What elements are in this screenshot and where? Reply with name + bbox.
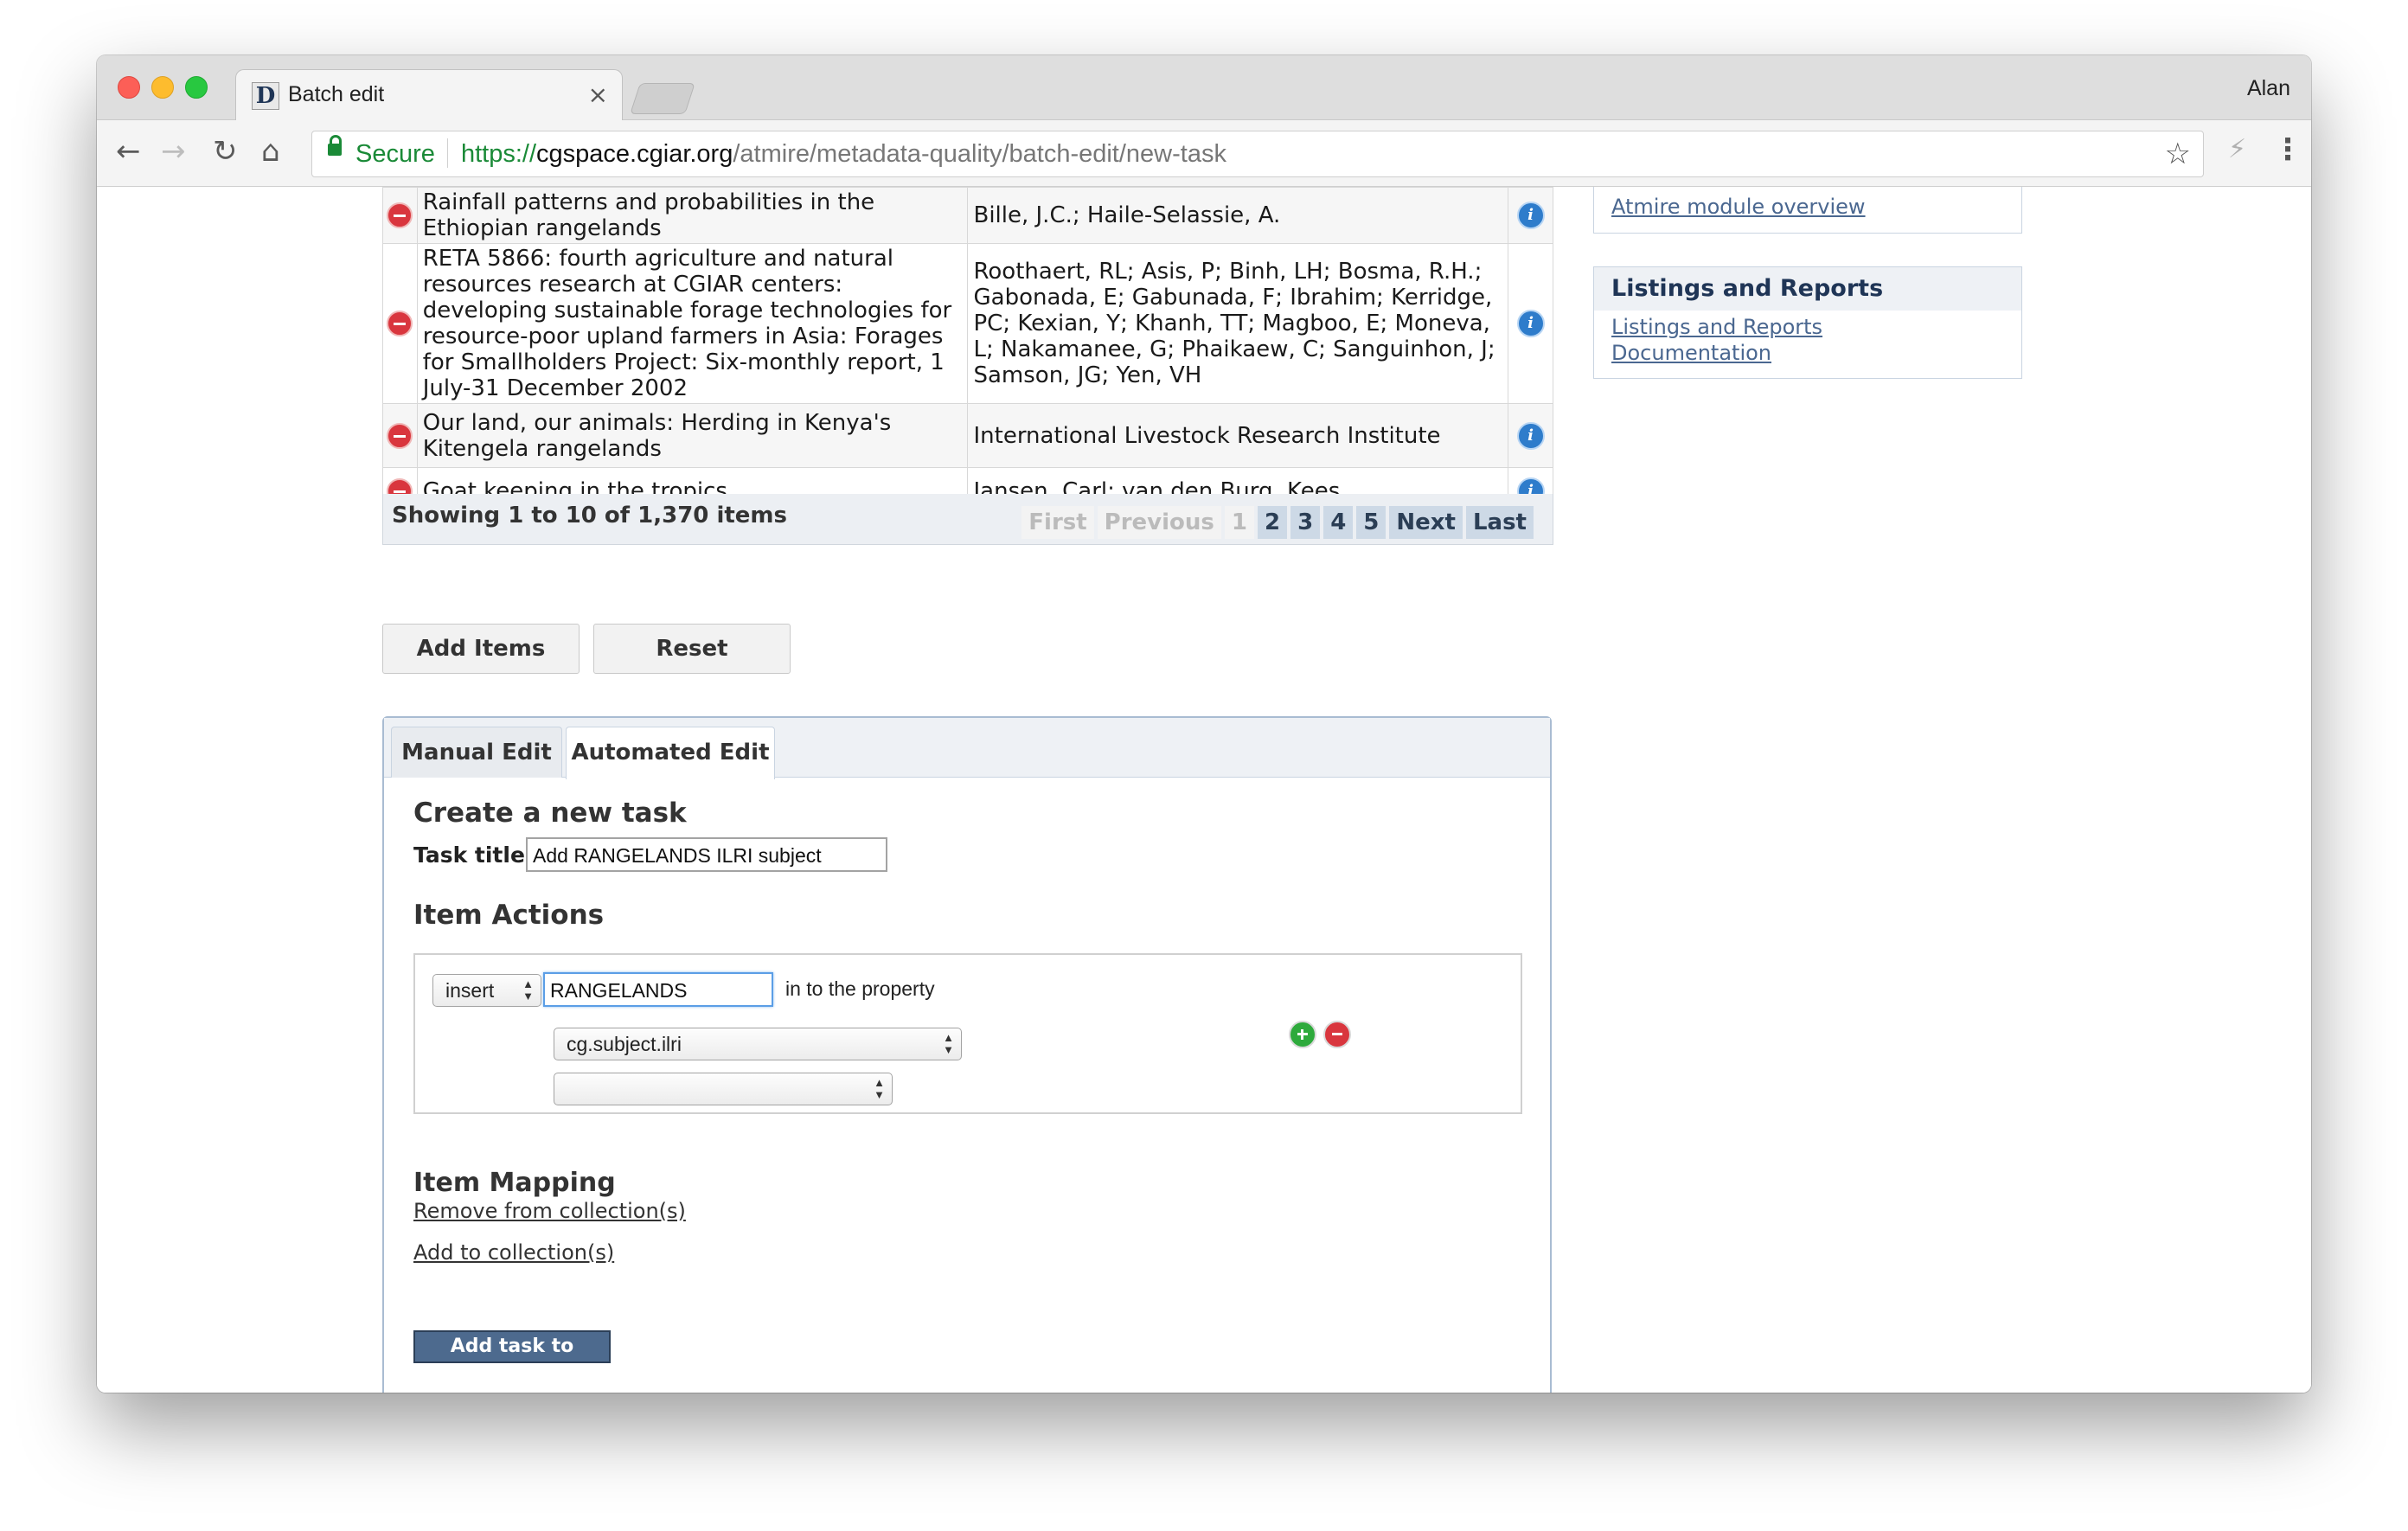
pager-page-5[interactable]: 5 [1356,506,1387,539]
table-row: Our land, our animals: Herding in Kenya'… [382,403,1553,468]
dspace-favicon-icon: D [252,82,279,110]
minimize-window-button[interactable] [151,76,174,99]
property-value: cg.subject.ilri [567,1033,682,1055]
showing-count: Showing 1 to 10 of 1,370 items [392,503,787,528]
remove-cell [382,403,418,468]
sidebar-atmire-box: Atmire module overview [1593,187,2022,234]
remove-cell [382,243,418,404]
action-description: in to the property [785,977,935,1000]
back-icon[interactable]: ← [116,134,141,169]
item-authors: Roothaert, RL; Asis, P; Binh, LH; Bosma,… [967,243,1509,404]
item-title: RETA 5866: fourth agriculture and natura… [416,243,969,404]
add-action-icon[interactable] [1289,1021,1316,1048]
select-arrows-icon: ▲ ▼ [522,977,534,1003]
reload-icon[interactable]: ↻ [213,134,238,169]
tab-close-icon[interactable]: × [588,80,608,109]
table-row: Rainfall patterns and probabilities in t… [382,187,1553,244]
item-title: Our land, our animals: Herding in Kenya'… [416,403,969,468]
info-icon[interactable]: i [1516,202,1545,229]
select-arrows-icon: ▲ ▼ [943,1031,954,1056]
title-bar: D Batch edit × Alan [97,55,2311,121]
pager-first: First [1021,506,1094,539]
browser-toolbar: ← → ↻ ⌂ Secure https://cgspace.cgiar.org… [97,120,2311,187]
browser-window: D Batch edit × Alan ← → ↻ ⌂ Secure https… [97,55,2311,1393]
remove-cell [382,187,418,244]
url-text: https://cgspace.cgiar.org/atmire/metadat… [461,140,1226,169]
remove-from-collection-link[interactable]: Remove from collection(s) [413,1199,686,1223]
pager-page-2[interactable]: 2 [1258,506,1288,539]
add-task-to-queue-button[interactable]: Add task to queue [413,1330,611,1387]
info-cell: i [1508,243,1553,404]
item-authors: Bille, J.C.; Haile-Selassie, A. [967,187,1509,244]
table-row: RETA 5866: fourth agriculture and natura… [382,243,1553,404]
tab-title: Batch edit [288,82,385,106]
qualifier-select[interactable]: ▲ ▼ [554,1073,893,1105]
item-authors: International Livestock Research Institu… [967,403,1509,468]
close-window-button[interactable] [118,76,140,99]
url-host: cgspace.cgiar.org [536,140,733,168]
select-arrows-icon: ▲ ▼ [874,1076,885,1101]
add-items-button[interactable]: Add Items [382,624,580,674]
pager-page-4[interactable]: 4 [1323,506,1354,539]
task-title-input[interactable]: Add RANGELANDS ILRI subject [526,837,887,872]
table-footer: Showing 1 to 10 of 1,370 items First Pre… [382,494,1553,545]
item-title: Rainfall patterns and probabilities in t… [416,187,969,244]
remove-item-icon[interactable] [387,422,413,449]
sidebar-listings-box: Listings and Reports Listings and Report… [1593,266,2022,379]
create-task-heading: Create a new task [413,798,687,829]
browser-menu-icon[interactable]: ⋮ [2273,132,2302,167]
profile-name[interactable]: Alan [2247,76,2290,101]
remove-action-icon[interactable] [1323,1021,1351,1048]
tab-automated-edit[interactable]: Automated Edit [566,727,775,779]
info-icon[interactable]: i [1516,310,1545,337]
edit-tabs: Manual Edit Automated Edit [384,718,1550,779]
pager-page-1: 1 [1224,506,1254,539]
remove-item-icon[interactable] [387,311,413,337]
property-select[interactable]: cg.subject.ilri ▲ ▼ [554,1028,962,1060]
info-icon[interactable]: i [1516,421,1545,450]
action-value-input[interactable]: RANGELANDS [543,972,773,1007]
info-cell: i [1508,403,1553,468]
home-icon[interactable]: ⌂ [261,134,280,169]
page-content: Rainfall patterns and probabilities in t… [97,187,2311,1393]
bookmark-star-icon[interactable]: ☆ [2165,137,2191,171]
pager-next[interactable]: Next [1389,506,1463,539]
task-title-label: Task title: [413,842,534,868]
browser-tab[interactable]: D Batch edit × [235,69,623,121]
info-cell: i [1508,187,1553,244]
pager-page-3[interactable]: 3 [1290,506,1321,539]
add-to-collection-link[interactable]: Add to collection(s) [413,1240,614,1265]
pagination: First Previous 1 2 3 4 5 Next Last [1018,506,1534,539]
secure-label: Secure [355,140,435,168]
listings-documentation-link[interactable]: Listings and Reports Documentation [1594,311,1888,369]
listings-heading: Listings and Reports [1594,267,2021,311]
address-bar[interactable]: Secure https://cgspace.cgiar.org/atmire/… [311,131,2204,177]
atmire-module-link[interactable]: Atmire module overview [1594,187,2021,223]
action-type-value: insert [445,979,495,1002]
url-divider [447,138,448,168]
url-path: /atmire/metadata-quality/batch-edit/new-… [733,140,1226,168]
tab-manual-edit[interactable]: Manual Edit [391,727,562,778]
zoom-window-button[interactable] [185,76,208,99]
extension-icon[interactable]: ⚡ [2228,134,2246,164]
pager-last[interactable]: Last [1465,506,1534,539]
reset-button[interactable]: Reset [593,624,791,674]
items-table: Rainfall patterns and probabilities in t… [382,187,1553,515]
item-mapping-heading: Item Mapping [413,1168,616,1198]
pager-previous: Previous [1097,506,1221,539]
action-type-select[interactable]: insert ▲ ▼ [432,974,541,1007]
lock-icon [328,135,342,156]
item-actions-heading: Item Actions [413,900,605,931]
url-scheme: https:// [461,140,537,168]
forward-icon[interactable]: → [161,134,186,169]
remove-item-icon[interactable] [387,202,413,229]
new-tab-button[interactable] [630,83,695,114]
